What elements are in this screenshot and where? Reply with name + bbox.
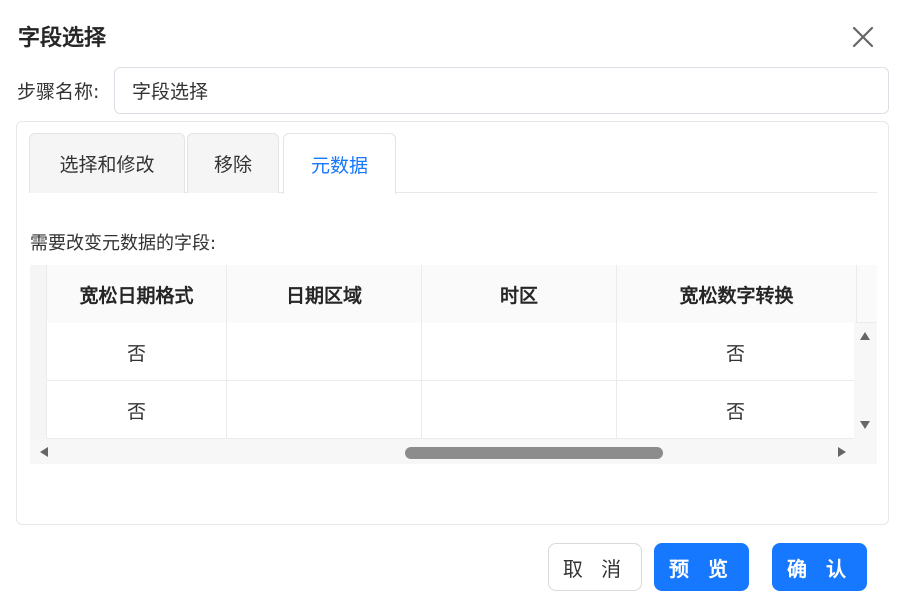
cell-timezone[interactable] (422, 381, 617, 439)
step-name-label: 步骤名称: (17, 81, 100, 103)
table-row[interactable]: 否 否 (30, 381, 854, 439)
step-name-input[interactable] (114, 67, 889, 114)
horizontal-scrollbar[interactable] (30, 439, 877, 464)
preview-button[interactable]: 预 览 (654, 543, 749, 591)
vertical-scrollbar[interactable] (854, 323, 877, 439)
cell-date-locale[interactable] (227, 381, 422, 439)
arrow-down-icon[interactable] (860, 421, 870, 429)
row-left-fixed (30, 323, 47, 381)
arrow-up-icon[interactable] (860, 332, 870, 340)
dialog-title: 字段选择 (18, 26, 107, 51)
close-button[interactable] (850, 24, 876, 50)
tabs-panel: 选择和修改 移除 元数据 需要改变元数据的字段: 宽松日期格式 日期区域 时区 … (16, 121, 889, 525)
row-left-fixed (30, 381, 47, 439)
cell-lenient-date[interactable]: 否 (47, 381, 227, 439)
tab-remove[interactable]: 移除 (187, 133, 279, 193)
tab-metadata[interactable]: 元数据 (283, 133, 396, 194)
horizontal-scroll-thumb[interactable] (405, 447, 663, 459)
confirm-button[interactable]: 确 认 (772, 543, 867, 591)
column-header-lenient-date[interactable]: 宽松日期格式 (47, 265, 227, 323)
cell-date-locale[interactable] (227, 323, 422, 381)
field-select-dialog: 字段选择 步骤名称: 选择和修改 移除 元数据 需要改变元数据的字段: 宽松日期… (0, 0, 898, 607)
cell-timezone[interactable] (422, 323, 617, 381)
metadata-table: 宽松日期格式 日期区域 时区 宽松数字转换 否 否 否 否 (30, 265, 877, 464)
arrow-left-icon[interactable] (40, 447, 48, 457)
metadata-fields-label: 需要改变元数据的字段: (30, 233, 217, 254)
tab-select-modify[interactable]: 选择和修改 (29, 133, 185, 193)
cell-lenient-number[interactable]: 否 (617, 381, 854, 439)
cancel-button[interactable]: 取 消 (548, 543, 642, 591)
table-row[interactable]: 否 否 (30, 323, 854, 381)
table-header: 宽松日期格式 日期区域 时区 宽松数字转换 (30, 265, 877, 323)
cell-lenient-date[interactable]: 否 (47, 323, 227, 381)
column-header-timezone[interactable]: 时区 (422, 265, 617, 323)
tab-bar: 选择和修改 移除 元数据 (29, 133, 877, 194)
arrow-right-icon[interactable] (838, 447, 846, 457)
header-left-fixed (30, 265, 47, 323)
close-icon (852, 26, 874, 48)
column-header-lenient-number[interactable]: 宽松数字转换 (617, 265, 857, 323)
column-header-date-locale[interactable]: 日期区域 (227, 265, 422, 323)
cell-lenient-number[interactable]: 否 (617, 323, 854, 381)
